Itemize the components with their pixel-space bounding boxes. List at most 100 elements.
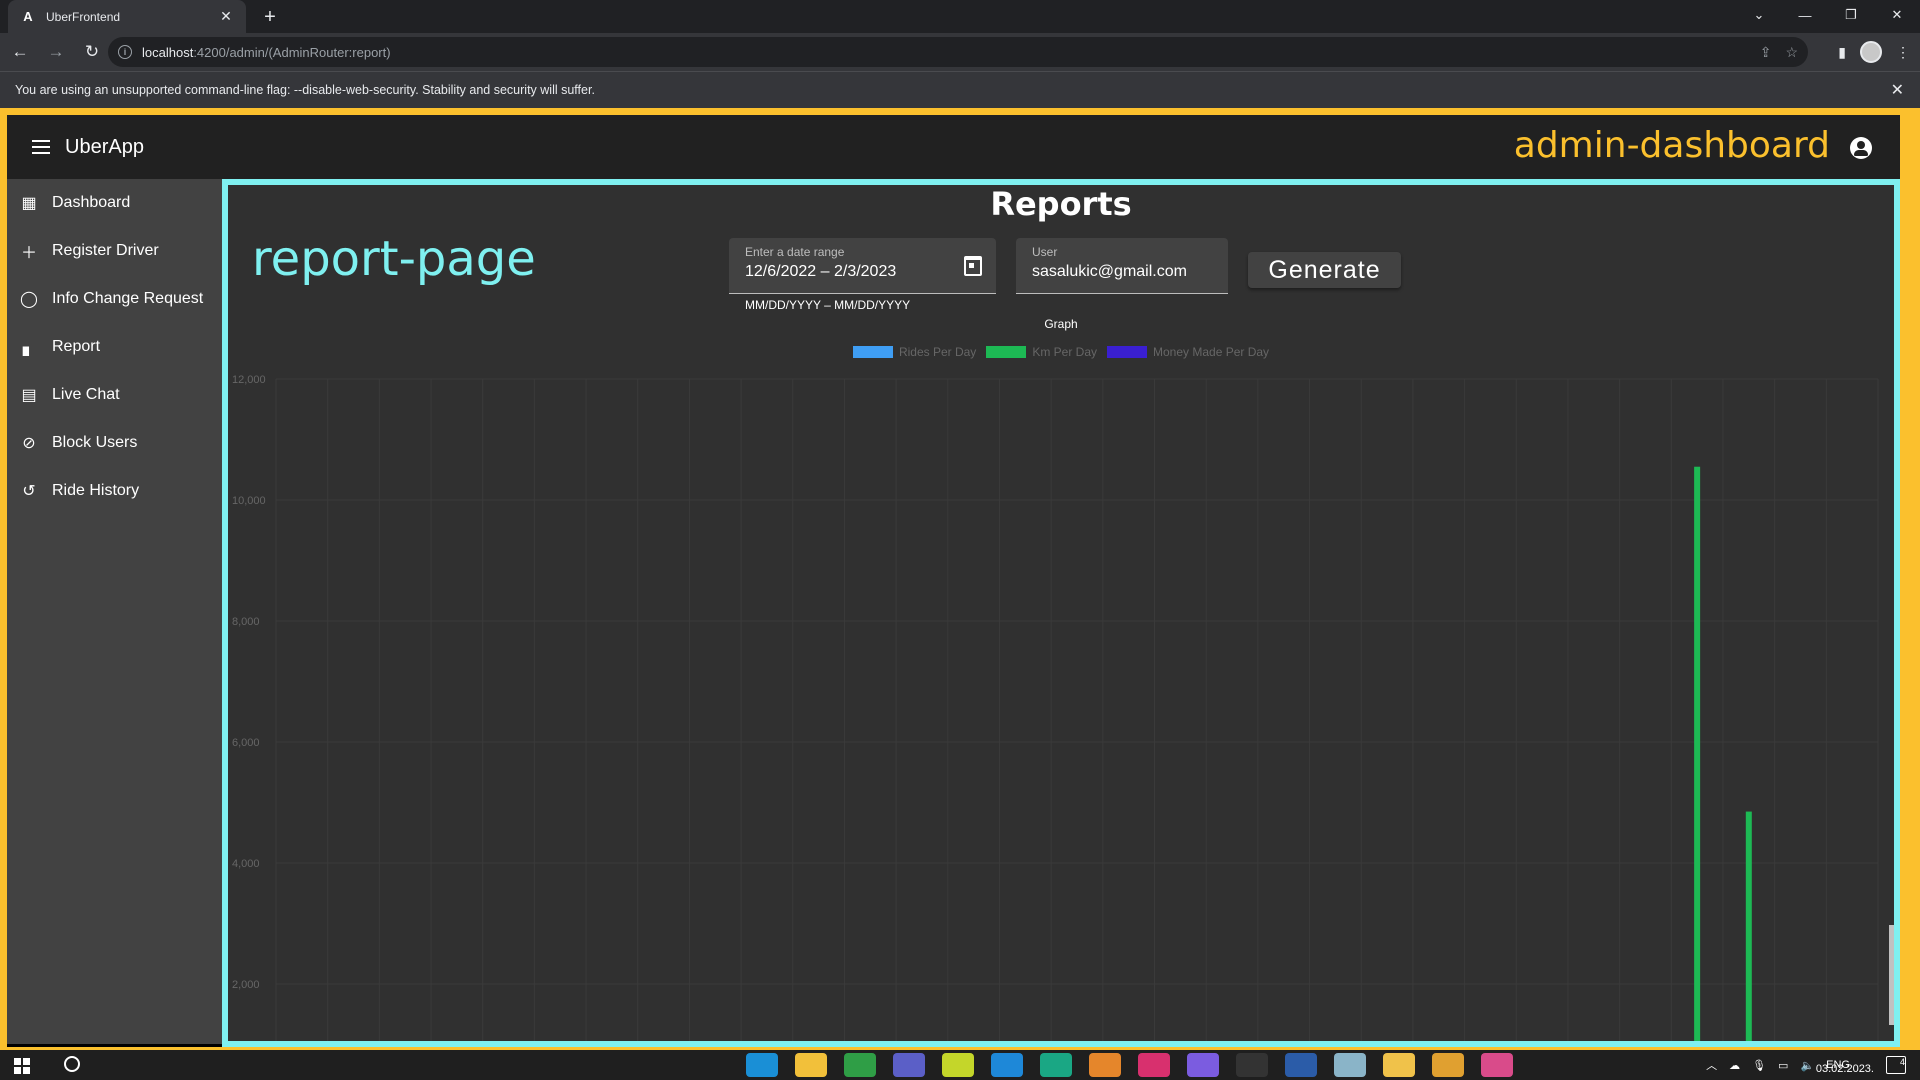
legend-item-money[interactable]: Money Made Per Day	[1107, 345, 1269, 359]
app-title: UberApp	[65, 135, 144, 158]
y-tick-label: 12,000	[232, 374, 266, 386]
firefox-app-icon[interactable]	[1481, 1053, 1513, 1077]
chrome-app-icon[interactable]	[844, 1053, 876, 1077]
sidebar-item-label: Block Users	[52, 434, 138, 451]
minimize-icon[interactable]: —	[1782, 0, 1828, 30]
teams-app-icon[interactable]	[893, 1053, 925, 1077]
sidebar: ▦ Dashboard ＋ Register Driver ◯ Info Cha…	[7, 179, 222, 1047]
dashboard-icon: ▦	[21, 195, 37, 212]
legend-item-rides[interactable]: Rides Per Day	[852, 345, 976, 359]
component-label: report-page	[252, 231, 536, 287]
scrollbar-track[interactable]	[1889, 185, 1894, 1041]
reload-icon[interactable]: ↻	[76, 36, 108, 68]
notes-app-icon[interactable]	[1334, 1053, 1366, 1077]
close-window-icon[interactable]: ✕	[1874, 0, 1920, 30]
sidebar-item-report[interactable]: ▖ Report	[7, 323, 222, 371]
chat-icon: ▤	[21, 387, 37, 404]
y-tick-label: 2,000	[232, 979, 260, 991]
y-tick-label: 6,000	[232, 737, 260, 749]
pycharm-app-icon[interactable]	[942, 1053, 974, 1077]
site-info-icon[interactable]: i	[118, 45, 132, 59]
url-path: :4200/admin/(AdminRouter:report)	[193, 44, 391, 60]
side-panel-icon[interactable]: ▮	[1838, 44, 1846, 61]
chatgpt-app-icon[interactable]	[1040, 1053, 1072, 1077]
sidebar-item-live-chat[interactable]: ▤ Live Chat	[7, 371, 222, 419]
sidebar-item-dashboard[interactable]: ▦ Dashboard	[7, 179, 222, 227]
chart-legend: Rides Per Day Km Per Day Money Made Per …	[228, 345, 1894, 359]
date-range-hint: MM/DD/YYYY – MM/DD/YYYY	[745, 298, 911, 312]
tab-search-icon[interactable]: ⌄	[1736, 0, 1782, 30]
browser-tab[interactable]: A UberFrontend ✕	[8, 0, 246, 33]
date-range-input[interactable]: 12/6/2022 – 2/3/2023	[745, 263, 896, 281]
messenger-app-icon[interactable]	[1187, 1053, 1219, 1077]
tab-close-icon[interactable]: ✕	[218, 8, 234, 25]
chrome-active-app-icon[interactable]	[1432, 1053, 1464, 1077]
new-tab-icon[interactable]: +	[258, 6, 282, 29]
forward-icon[interactable]: →	[40, 36, 72, 68]
clock[interactable]: 03.02.2023.	[1816, 1063, 1874, 1075]
user-input[interactable]: sasalukic@gmail.com	[1032, 263, 1187, 281]
windows-start-icon[interactable]	[14, 1058, 30, 1074]
browser-toolbar: ← → ↻ i localhost:4200/admin/(AdminRoute…	[0, 33, 1920, 71]
bookmark-star-icon[interactable]: ☆	[1785, 44, 1798, 61]
calendar-icon[interactable]	[964, 256, 982, 276]
generate-button[interactable]: Generate	[1248, 252, 1401, 288]
intellij-app-icon[interactable]	[1138, 1053, 1170, 1077]
onedrive-icon[interactable]: ☁	[1729, 1059, 1740, 1072]
y-tick-label: 4,000	[232, 858, 260, 870]
word-app-icon[interactable]	[1285, 1053, 1317, 1077]
file-explorer-app-icon[interactable]	[795, 1053, 827, 1077]
menu-icon[interactable]	[29, 135, 53, 159]
volume-icon[interactable]: 🔈	[1800, 1059, 1814, 1072]
legend-swatch	[852, 346, 893, 358]
more-menu-icon[interactable]: ⋮	[1896, 44, 1910, 61]
date-range-field[interactable]: Enter a date range 12/6/2022 – 2/3/2023	[729, 238, 996, 294]
sidebar-item-ride-history[interactable]: ↺ Ride History	[7, 467, 222, 515]
back-icon[interactable]: ←	[4, 36, 36, 68]
person-add-icon: ＋	[20, 245, 37, 262]
microphone-icon[interactable]: 🎙	[1752, 1059, 1766, 1072]
sidebar-item-label: Report	[52, 338, 101, 355]
url-host: localhost	[142, 44, 194, 60]
legend-swatch	[1107, 346, 1147, 358]
sidebar-item-info-change-request[interactable]: ◯ Info Change Request	[7, 275, 222, 323]
chart-title: Graph	[1044, 317, 1078, 331]
scrollbar-thumb[interactable]	[1889, 925, 1894, 1025]
notification-center-icon[interactable]: 4	[1886, 1056, 1906, 1074]
clock-date: 03.02.2023.	[1815, 1063, 1874, 1075]
tab-title: UberFrontend	[46, 9, 121, 24]
search-icon[interactable]	[64, 1056, 80, 1072]
refresh-circle-icon: ◯	[20, 291, 38, 308]
sidebar-item-label: Info Change Request	[52, 290, 204, 307]
y-tick-label: 8,000	[232, 616, 260, 628]
bar-km-per-day	[1694, 466, 1701, 1041]
git-app-icon[interactable]	[1383, 1053, 1415, 1077]
sidebar-item-register-driver[interactable]: ＋ Register Driver	[7, 227, 222, 275]
omnibox-actions: ⇪ ☆	[1760, 37, 1798, 67]
report-chart: 12,000 10,000 8,000 6,000 4,000 2,000	[232, 374, 1879, 1041]
page-title: Reports	[990, 185, 1132, 223]
account-circle-icon[interactable]	[1850, 137, 1872, 159]
edge-app-icon[interactable]	[746, 1053, 778, 1077]
share-icon[interactable]: ⇪	[1760, 44, 1772, 61]
restore-icon[interactable]: ❐	[1828, 0, 1874, 30]
tray-chevron-icon[interactable]: ︿	[1706, 1057, 1717, 1073]
terminal-app-icon[interactable]	[1236, 1053, 1268, 1077]
profile-avatar[interactable]	[1860, 41, 1882, 63]
user-field[interactable]: User sasalukic@gmail.com	[1016, 238, 1228, 294]
sidebar-item-block-users[interactable]: ⊘ Block Users	[7, 419, 222, 467]
window-controls: ⌄ — ❐ ✕	[1736, 0, 1920, 33]
sublime-app-icon[interactable]	[1089, 1053, 1121, 1077]
vscode-app-icon[interactable]	[991, 1053, 1023, 1077]
address-bar[interactable]: i localhost:4200/admin/(AdminRouter:repo…	[108, 37, 1808, 67]
infobar-text: You are using an unsupported command-lin…	[15, 83, 595, 97]
network-icon[interactable]: ▭	[1778, 1059, 1788, 1072]
taskbar-apps	[746, 1053, 1513, 1077]
infobar-close-icon[interactable]: ✕	[1891, 80, 1904, 100]
date-range-label: Enter a date range	[745, 245, 845, 259]
admin-dashboard-frame: UberApp admin-dashboard ▦ Dashboard ＋ Re…	[0, 108, 1920, 1050]
y-tick-label: 10,000	[232, 495, 266, 507]
report-page-frame: Reports report-page Enter a date range 1…	[222, 179, 1900, 1047]
warning-infobar: You are using an unsupported command-lin…	[0, 71, 1920, 108]
legend-item-km[interactable]: Km Per Day	[986, 345, 1097, 359]
